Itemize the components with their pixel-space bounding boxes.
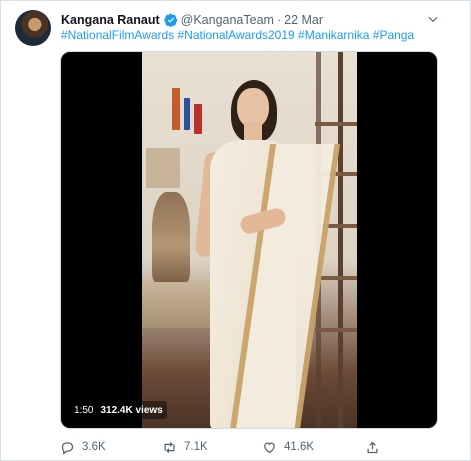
video-duration: 1:50 <box>74 404 94 416</box>
author-name[interactable]: Kangana Ranaut <box>61 13 160 27</box>
video-player[interactable]: 1:50 312.4K views <box>60 51 438 429</box>
action-bar: 3.6K 7.1K 41.6K <box>60 437 390 457</box>
verified-badge-icon <box>163 13 177 27</box>
video-frame <box>142 52 357 428</box>
video-overlay: 1:50 312.4K views <box>70 401 167 419</box>
retweet-button[interactable]: 7.1K <box>162 440 208 455</box>
like-button[interactable]: 41.6K <box>262 440 314 455</box>
hashtag-link[interactable]: #Manikarnika <box>298 28 369 42</box>
hashtag-link[interactable]: #NationalFilmAwards <box>61 28 174 42</box>
hashtag-link[interactable]: #Panga <box>373 28 414 42</box>
retweet-count: 7.1K <box>184 441 208 453</box>
share-button[interactable] <box>365 440 387 455</box>
author-handle[interactable]: @KanganaTeam <box>181 13 274 27</box>
reply-button[interactable]: 3.6K <box>60 440 106 455</box>
statue <box>152 192 190 282</box>
chevron-down-icon[interactable] <box>426 12 440 26</box>
hashtag-link[interactable]: #NationalAwards2019 <box>178 28 295 42</box>
retweet-icon <box>164 441 175 453</box>
reply-count: 3.6K <box>82 441 106 453</box>
ladder-rung <box>315 122 357 126</box>
like-count: 41.6K <box>284 441 315 453</box>
tweet-header: Kangana Ranaut @KanganaTeam · 22 Mar <box>61 11 430 29</box>
share-icon <box>367 441 378 453</box>
wall-art <box>184 98 190 130</box>
ladder-rung <box>315 328 357 332</box>
heart-icon <box>264 441 275 453</box>
tweet-card[interactable]: Kangana Ranaut @KanganaTeam · 22 Mar #Na… <box>0 0 471 461</box>
tweet-date[interactable]: 22 Mar <box>284 13 323 27</box>
video-views: 312.4K views <box>100 404 163 416</box>
tweet-text: #NationalFilmAwards #NationalAwards2019 … <box>61 28 414 42</box>
reply-icon <box>61 441 74 455</box>
separator-dot: · <box>276 13 282 27</box>
ladder <box>338 52 343 428</box>
wall-art <box>172 88 180 130</box>
wall-art <box>194 104 202 134</box>
cabinet <box>142 280 212 328</box>
avatar[interactable] <box>15 10 51 46</box>
wall-art <box>146 148 180 188</box>
